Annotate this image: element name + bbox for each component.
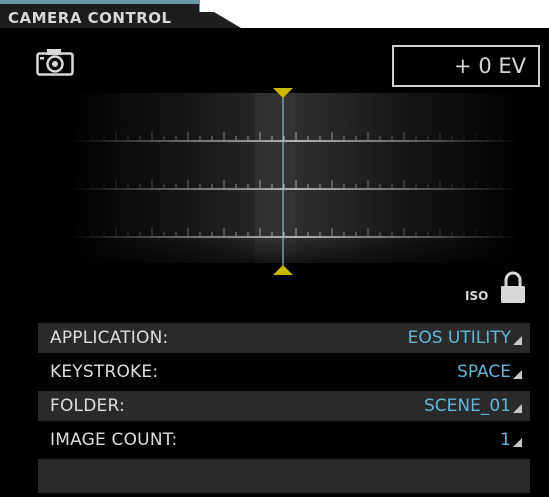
- setting-value: EOS UTILITY: [407, 328, 511, 348]
- dial-scale-line: [70, 140, 520, 142]
- camera-icon[interactable]: [36, 48, 74, 76]
- dial-bottom-marker-icon: [273, 265, 293, 275]
- setting-row-keystroke[interactable]: KEYSTROKE: SPACE: [38, 357, 530, 387]
- setting-row-empty: [38, 459, 530, 493]
- dropdown-arrow-icon: [513, 404, 522, 413]
- camera-control-panel: + 0 EV ISO APPLICATION: EOS UTILITY KEYS…: [0, 28, 549, 497]
- dial-scale-line: [70, 236, 520, 238]
- setting-value: 1: [500, 430, 511, 450]
- exposure-dial[interactable]: [70, 78, 520, 278]
- dropdown-arrow-icon: [513, 370, 522, 379]
- setting-value-dropdown[interactable]: EOS UTILITY: [408, 328, 530, 348]
- setting-label: IMAGE COUNT:: [50, 430, 178, 450]
- tab-slant-decoration: [196, 12, 241, 28]
- iso-label: ISO: [465, 289, 489, 303]
- settings-list: APPLICATION: EOS UTILITY KEYSTROKE: SPAC…: [38, 323, 530, 493]
- dropdown-arrow-icon: [513, 336, 522, 345]
- setting-value-dropdown[interactable]: 1: [500, 430, 530, 450]
- setting-row-application[interactable]: APPLICATION: EOS UTILITY: [38, 323, 530, 353]
- setting-row-image-count[interactable]: IMAGE COUNT: 1: [38, 425, 530, 455]
- dropdown-arrow-icon: [513, 438, 522, 447]
- setting-label: KEYSTROKE:: [50, 362, 159, 382]
- dial-scale-line: [70, 188, 520, 190]
- setting-label: FOLDER:: [50, 396, 125, 416]
- setting-label: APPLICATION:: [50, 328, 169, 348]
- lock-icon[interactable]: [498, 271, 528, 305]
- setting-value: SCENE_01: [424, 396, 511, 416]
- setting-value-dropdown[interactable]: SPACE: [457, 362, 530, 382]
- exposure-value-text: + 0 EV: [454, 54, 526, 78]
- camera-control-tab[interactable]: CAMERA CONTROL: [0, 0, 200, 28]
- setting-value: SPACE: [457, 362, 511, 382]
- setting-row-folder[interactable]: FOLDER: SCENE_01: [38, 391, 530, 421]
- setting-value-dropdown[interactable]: SCENE_01: [424, 396, 530, 416]
- tab-title: CAMERA CONTROL: [8, 9, 172, 27]
